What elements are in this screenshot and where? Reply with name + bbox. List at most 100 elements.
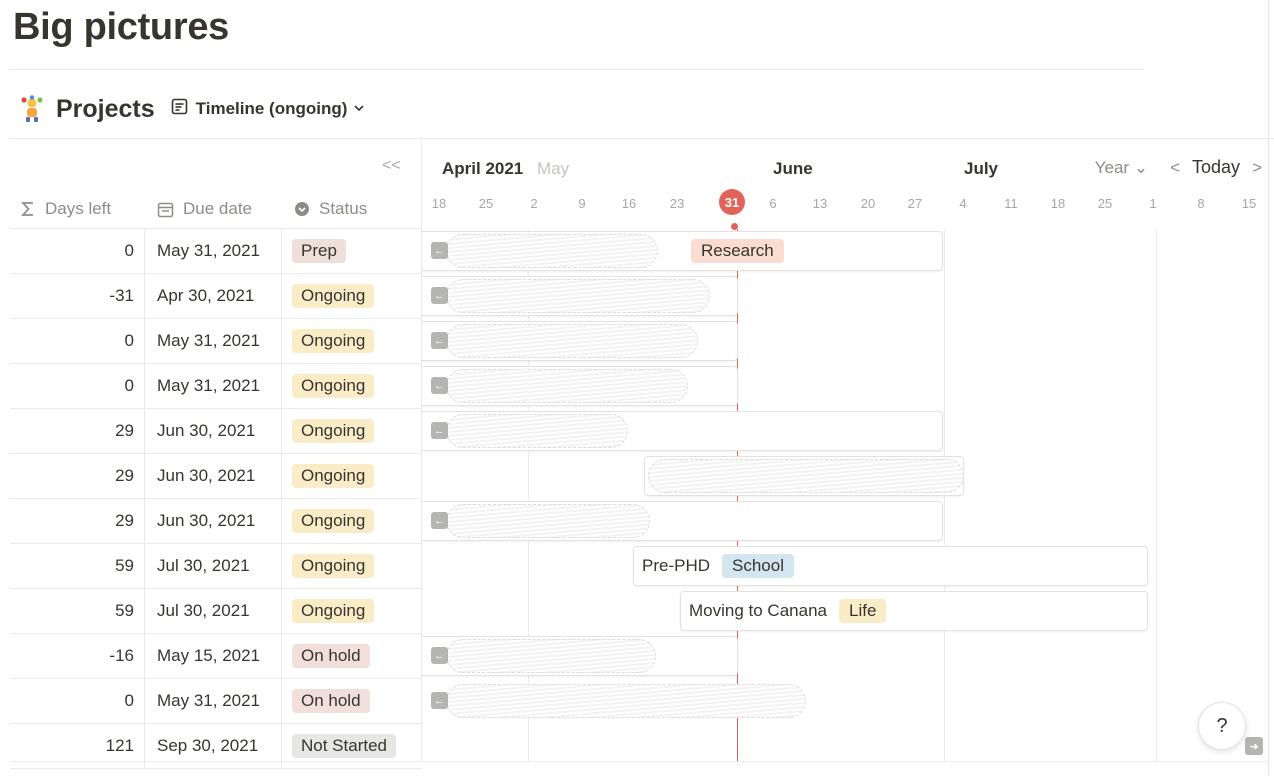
view-label: Timeline (ongoing): [195, 99, 348, 118]
due-date-cell[interactable]: May 31, 2021: [145, 364, 282, 408]
table-row[interactable]: -31 Apr 30, 2021 Ongoing: [10, 274, 421, 319]
chevron-right-icon[interactable]: >: [1252, 158, 1262, 178]
select-icon: [294, 201, 310, 217]
due-date-cell[interactable]: Jul 30, 2021: [145, 544, 282, 588]
scroll-to-start-icon[interactable]: ←: [431, 377, 448, 394]
scroll-to-start-icon[interactable]: ←: [431, 422, 448, 439]
bar-category-tag: School: [722, 554, 794, 578]
due-date-value: Apr 30, 2021: [157, 286, 255, 305]
table-row[interactable]: 29 Jun 30, 2021 Ongoing: [10, 409, 421, 454]
today-button[interactable]: Today: [1192, 157, 1240, 178]
column-label: Due date: [183, 199, 252, 218]
status-tag: On hold: [292, 644, 370, 668]
day-tick-label: 25: [478, 196, 494, 211]
status-tag: Prep: [292, 239, 346, 263]
days-left-cell: 59: [10, 589, 145, 633]
day-tick-label: 20: [860, 196, 876, 211]
bar-title: Pre-PHD: [642, 556, 711, 575]
sigma-icon: [20, 201, 36, 217]
table-row[interactable]: 59 Jul 30, 2021 Ongoing: [10, 589, 421, 634]
table-row[interactable]: 29 Jun 30, 2021 Ongoing: [10, 454, 421, 499]
status-cell[interactable]: Ongoing: [282, 364, 421, 408]
table-row[interactable]: 29 Jun 30, 2021 Ongoing: [10, 499, 421, 544]
column-header-status[interactable]: Status: [282, 199, 421, 219]
scroll-right-icon[interactable]: ➜: [1245, 737, 1263, 755]
scroll-to-start-icon[interactable]: ←: [431, 332, 448, 349]
status-cell[interactable]: On hold: [282, 679, 421, 723]
due-date-cell[interactable]: Jun 30, 2021: [145, 499, 282, 543]
days-left-cell: 29: [10, 499, 145, 543]
zoom-select[interactable]: Year ⌄: [1095, 158, 1148, 178]
table-row[interactable]: 59 Jul 30, 2021 Ongoing: [10, 544, 421, 589]
scroll-to-start-icon[interactable]: ←: [431, 647, 448, 664]
table-row[interactable]: 0 May 31, 2021 Ongoing: [10, 319, 421, 364]
month-label-may: May: [537, 159, 570, 178]
status-cell[interactable]: Ongoing: [282, 319, 421, 363]
month-divider: [1156, 229, 1157, 761]
table-row[interactable]: 0 May 31, 2021 On hold: [10, 679, 421, 724]
zoom-label: Year: [1094, 157, 1130, 177]
status-cell[interactable]: Ongoing: [282, 274, 421, 318]
due-date-cell[interactable]: May 31, 2021: [145, 319, 282, 363]
juggler-icon[interactable]: [18, 95, 46, 123]
due-date-value: May 15, 2021: [157, 646, 261, 665]
day-tick-label: 25: [1097, 196, 1113, 211]
collapse-table-icon[interactable]: <<: [382, 157, 401, 175]
status-cell[interactable]: Prep: [282, 229, 421, 273]
due-date-cell[interactable]: Jul 30, 2021: [145, 589, 282, 633]
title-divider: [10, 69, 1144, 70]
help-button[interactable]: ?: [1198, 702, 1246, 750]
status-cell[interactable]: Ongoing: [282, 544, 421, 588]
scroll-to-start-icon[interactable]: ←: [431, 287, 448, 304]
due-date-cell[interactable]: Apr 30, 2021: [145, 274, 282, 318]
database-header: Projects Timeline (ongoing): [18, 92, 365, 126]
due-date-value: May 31, 2021: [157, 241, 261, 260]
day-tick-label: 9: [578, 196, 586, 211]
status-cell[interactable]: Ongoing: [282, 499, 421, 543]
days-left-value: 121: [105, 736, 134, 755]
column-header-due-date[interactable]: Due date: [145, 199, 282, 219]
redacted-bar-title: [446, 504, 650, 538]
days-left-value: 59: [115, 601, 134, 620]
table-row[interactable]: 121 Sep 30, 2021 Not Started: [10, 724, 421, 769]
scroll-to-start-icon[interactable]: ←: [431, 512, 448, 529]
redacted-bar-title: [446, 279, 710, 313]
timeline-controls: Year ⌄ < Today >: [1095, 157, 1262, 178]
due-date-cell[interactable]: Jun 30, 2021: [145, 454, 282, 498]
due-date-cell[interactable]: May 31, 2021: [145, 229, 282, 273]
timeline-view-icon: [171, 98, 188, 120]
due-date-value: Jun 30, 2021: [157, 466, 256, 485]
column-header-days-left[interactable]: Days left: [10, 199, 145, 219]
column-label: Status: [319, 199, 368, 218]
day-tick-label: 6: [769, 196, 777, 211]
month-label-june: June: [773, 159, 813, 178]
month-label-april: April 2021: [442, 159, 524, 178]
status-tag: Ongoing: [292, 554, 375, 578]
chevron-down-icon: [353, 99, 365, 119]
redacted-bar-title: [446, 324, 698, 358]
timeline-canvas[interactable]: April 2021 May June July Year ⌄ < Today …: [421, 139, 1274, 761]
scroll-to-start-icon[interactable]: ←: [431, 242, 448, 259]
status-cell[interactable]: On hold: [282, 634, 421, 678]
status-cell[interactable]: Ongoing: [282, 454, 421, 498]
due-date-cell[interactable]: May 15, 2021: [145, 634, 282, 678]
days-left-cell: 29: [10, 454, 145, 498]
status-tag: On hold: [292, 689, 370, 713]
view-switcher[interactable]: Timeline (ongoing): [171, 98, 366, 120]
due-date-cell[interactable]: May 31, 2021: [145, 679, 282, 723]
table-rows: 0 May 31, 2021 Prep -31 Apr 30, 2021 Ongoing 0…: [10, 228, 421, 769]
day-tick-label: 23: [669, 196, 685, 211]
table-row[interactable]: -16 May 15, 2021 On hold: [10, 634, 421, 679]
database-title[interactable]: Projects: [56, 95, 155, 124]
chevron-left-icon[interactable]: <: [1170, 158, 1180, 178]
timeline-bar[interactable]: Pre-PHD School: [633, 546, 1148, 586]
table-row[interactable]: 0 May 31, 2021 Prep: [10, 229, 421, 274]
status-cell[interactable]: Ongoing: [282, 409, 421, 453]
due-date-cell[interactable]: Jun 30, 2021: [145, 409, 282, 453]
timeline-bar[interactable]: Moving to Canana Life: [680, 591, 1148, 631]
status-cell[interactable]: Ongoing: [282, 589, 421, 633]
due-date-value: Jun 30, 2021: [157, 511, 256, 530]
scroll-to-start-icon[interactable]: ←: [431, 692, 448, 709]
table-row[interactable]: 0 May 31, 2021 Ongoing: [10, 364, 421, 409]
page-title[interactable]: Big pictures: [13, 6, 229, 49]
